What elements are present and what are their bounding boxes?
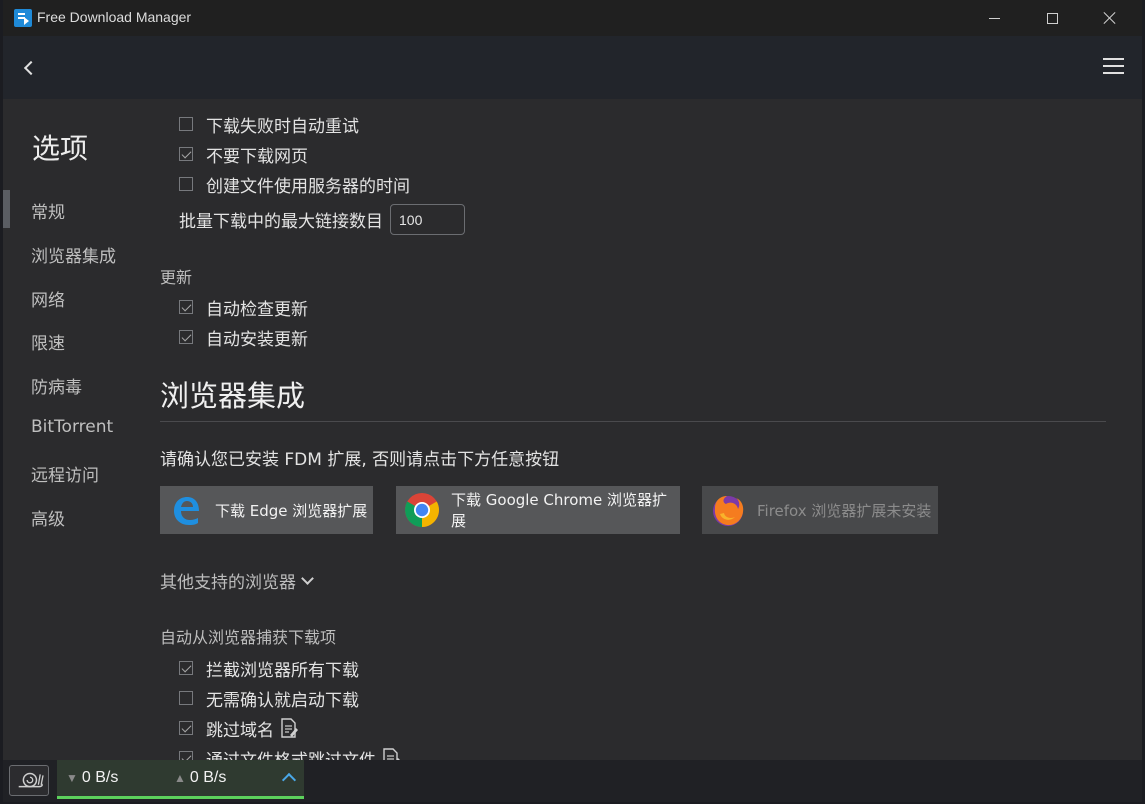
auto-retry-checkbox[interactable] bbox=[179, 117, 193, 131]
maximize-button[interactable] bbox=[1023, 0, 1081, 36]
auto-retry-label: 下载失败时自动重试 bbox=[206, 116, 359, 137]
speed-panel[interactable]: ▼ 0 B/s ▲ 0 B/s bbox=[57, 760, 304, 799]
options-content: 下载失败时自动重试 不要下载网页 创建文件使用服务器的时间 批量下载中的最大链接… bbox=[157, 99, 1142, 760]
server-time-checkbox[interactable] bbox=[179, 177, 193, 191]
title-bar: Free Download Manager bbox=[3, 0, 1142, 36]
auto-check-updates-row[interactable]: 自动检查更新 bbox=[179, 296, 308, 320]
server-time-label: 创建文件使用服务器的时间 bbox=[206, 176, 410, 197]
minimize-button[interactable] bbox=[965, 0, 1023, 36]
server-time-row[interactable]: 创建文件使用服务器的时间 bbox=[179, 173, 410, 197]
no-confirm-row[interactable]: 无需确认就启动下载 bbox=[179, 687, 359, 711]
firefox-button-label: Firefox 浏览器扩展未安装 bbox=[757, 501, 932, 520]
upload-arrow-icon: ▲ bbox=[174, 771, 186, 785]
app-logo-icon bbox=[14, 9, 32, 27]
dont-download-pages-label: 不要下载网页 bbox=[206, 146, 308, 167]
sidebar-item-antivirus[interactable]: 防病毒 bbox=[31, 373, 82, 398]
sidebar-item-bittorrent[interactable]: BitTorrent bbox=[31, 417, 113, 437]
firefox-logo-icon bbox=[713, 496, 744, 526]
edge-logo-icon bbox=[174, 497, 199, 525]
edit-list-icon[interactable] bbox=[382, 748, 400, 760]
snail-mode-button[interactable] bbox=[9, 765, 49, 796]
speed-activity-bar bbox=[57, 796, 304, 799]
auto-retry-row[interactable]: 下载失败时自动重试 bbox=[179, 113, 359, 137]
download-speed: ▼ 0 B/s bbox=[66, 769, 118, 787]
dont-download-pages-row[interactable]: 不要下载网页 bbox=[179, 143, 308, 167]
browser-integration-heading: 浏览器集成 bbox=[160, 379, 306, 413]
options-sidebar: 选项 常规 浏览器集成 网络 限速 防病毒 BitTorrent 远程访问 高级 bbox=[3, 99, 153, 760]
skip-filetypes-row[interactable]: 通过文件格式跳过文件 bbox=[179, 747, 400, 760]
chevron-up-icon[interactable] bbox=[281, 772, 297, 788]
window-title: Free Download Manager bbox=[37, 9, 192, 25]
max-links-row: 批量下载中的最大链接数目 bbox=[179, 204, 465, 235]
heading-divider bbox=[160, 421, 1106, 422]
intercept-all-checkbox[interactable] bbox=[179, 661, 193, 675]
chrome-logo-icon bbox=[405, 493, 439, 527]
auto-check-updates-checkbox[interactable] bbox=[179, 300, 193, 314]
intercept-all-row[interactable]: 拦截浏览器所有下载 bbox=[179, 657, 359, 681]
max-links-label: 批量下载中的最大链接数目 bbox=[179, 212, 383, 232]
dont-download-pages-checkbox[interactable] bbox=[179, 147, 193, 161]
chrome-button-label: 下载 Google Chrome 浏览器扩展 bbox=[451, 491, 668, 530]
hamburger-menu-icon[interactable] bbox=[1103, 58, 1127, 78]
maximize-icon bbox=[1046, 12, 1058, 24]
download-speed-value: 0 B/s bbox=[81, 769, 119, 786]
edge-button-label: 下载 Edge 浏览器扩展 bbox=[215, 501, 368, 520]
minimize-icon bbox=[988, 17, 1000, 19]
other-browsers-toggle[interactable]: 其他支持的浏览器 bbox=[160, 568, 314, 593]
skip-domains-checkbox[interactable] bbox=[179, 721, 193, 735]
sidebar-item-browser-integration[interactable]: 浏览器集成 bbox=[31, 242, 116, 267]
status-bar: ▼ 0 B/s ▲ 0 B/s bbox=[3, 760, 1142, 802]
upload-speed-value: 0 B/s bbox=[189, 769, 227, 786]
auto-install-updates-row[interactable]: 自动安装更新 bbox=[179, 326, 308, 350]
intercept-all-label: 拦截浏览器所有下载 bbox=[206, 660, 359, 681]
skip-filetypes-checkbox[interactable] bbox=[179, 751, 193, 760]
firefox-extension-button[interactable]: Firefox 浏览器扩展未安装 bbox=[702, 486, 938, 534]
active-nav-indicator bbox=[3, 190, 10, 228]
auto-install-updates-label: 自动安装更新 bbox=[206, 329, 308, 350]
edge-extension-button[interactable]: 下载 Edge 浏览器扩展 bbox=[160, 486, 373, 534]
app-window: Free Download Manager 选项 常规 浏览器集成 网络 限速 … bbox=[3, 0, 1142, 802]
auto-install-updates-checkbox[interactable] bbox=[179, 330, 193, 344]
sidebar-item-remote-access[interactable]: 远程访问 bbox=[31, 461, 99, 486]
close-icon bbox=[1103, 11, 1117, 25]
edit-list-icon[interactable] bbox=[280, 718, 298, 738]
back-arrow-icon[interactable] bbox=[17, 56, 41, 80]
sidebar-item-general[interactable]: 常规 bbox=[31, 198, 65, 223]
skip-domains-label: 跳过域名 bbox=[206, 720, 274, 741]
chrome-extension-button[interactable]: 下载 Google Chrome 浏览器扩展 bbox=[396, 486, 680, 534]
sidebar-item-speed-limit[interactable]: 限速 bbox=[31, 329, 65, 354]
no-confirm-checkbox[interactable] bbox=[179, 691, 193, 705]
capture-section-label: 自动从浏览器捕获下载项 bbox=[160, 628, 337, 647]
skip-filetypes-label: 通过文件格式跳过文件 bbox=[206, 746, 376, 761]
updates-section-label: 更新 bbox=[160, 268, 193, 287]
sidebar-item-network[interactable]: 网络 bbox=[31, 286, 65, 311]
extension-confirm-text: 请确认您已安装 FDM 扩展, 否则请点击下方任意按钮 bbox=[160, 450, 560, 470]
upload-speed: ▲ 0 B/s bbox=[174, 769, 226, 787]
auto-check-updates-label: 自动检查更新 bbox=[206, 299, 308, 320]
sidebar-item-advanced[interactable]: 高级 bbox=[31, 505, 65, 530]
header-bar bbox=[3, 36, 1142, 99]
close-button[interactable] bbox=[1081, 0, 1139, 36]
chevron-down-icon bbox=[301, 572, 314, 585]
snail-icon bbox=[18, 772, 44, 788]
other-browsers-label: 其他支持的浏览器 bbox=[160, 573, 296, 593]
skip-domains-row[interactable]: 跳过域名 bbox=[179, 717, 298, 741]
page-title: 选项 bbox=[32, 132, 89, 165]
download-arrow-icon: ▼ bbox=[66, 771, 78, 785]
max-links-input[interactable] bbox=[390, 204, 465, 235]
no-confirm-label: 无需确认就启动下载 bbox=[206, 690, 359, 711]
